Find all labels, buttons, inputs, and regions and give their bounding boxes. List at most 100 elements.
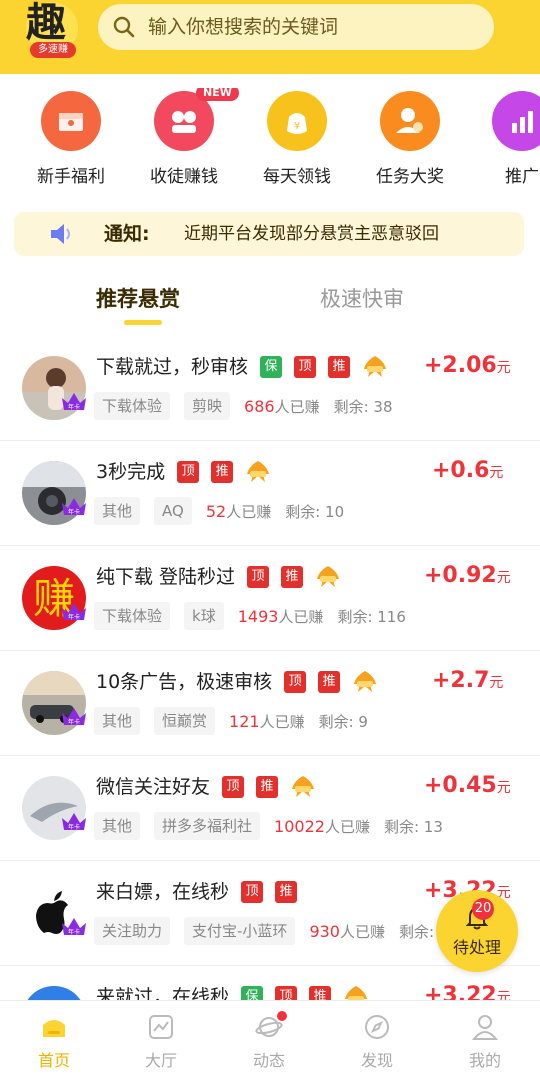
reward-person-icon: [380, 91, 440, 151]
recommend-tag: 推: [256, 776, 279, 798]
remaining-value: 10: [325, 502, 345, 521]
task-meta: 其他 拼多多福利社 10022人已赚 剩余: 13: [94, 812, 443, 840]
task-title: 微信关注好友顶推: [96, 772, 316, 802]
crown-badge-icon: 年卡: [60, 915, 88, 939]
task-row[interactable]: 年卡 3秒完成顶推 +0.6元 其他 AQ 52人已赚 剩余: 10: [0, 441, 540, 546]
money-bag-icon: ¥: [267, 91, 327, 151]
nav-item-profile[interactable]: 我的: [435, 1013, 535, 1071]
hot-badge-icon: [290, 775, 316, 799]
top-tag: 顶: [241, 881, 264, 903]
earned-count: 1493人已赚: [238, 606, 324, 627]
recommend-tag: 推: [318, 671, 341, 693]
remaining-prefix: 剩余:: [399, 922, 435, 941]
crown-badge-icon: 年卡: [60, 390, 88, 414]
quick-item-daily[interactable]: ¥ 每天领钱: [247, 88, 347, 187]
category-chip: 下载体验: [94, 392, 171, 420]
tab-recommended[interactable]: 推荐悬赏: [96, 284, 180, 314]
category-chip: 其他: [94, 812, 141, 840]
quick-label: 任务大奖: [376, 167, 444, 187]
quick-label: 推广: [505, 167, 539, 187]
logo-char: 趣: [26, 0, 66, 46]
task-meta: 关注助力 支付宝-小蓝环 930人已赚 剩余:: [94, 917, 434, 945]
nav-item-hall[interactable]: 大厅: [111, 1013, 211, 1071]
task-meta: 下载体验 k球 1493人已赚 剩余: 116: [94, 602, 406, 630]
app-chip: AQ: [154, 497, 192, 525]
task-row[interactable]: 年卡 10条广告，极速审核顶推 +2.7元 其他 恒巅赏 121人已赚 剩余: 9: [0, 651, 540, 756]
pending-button[interactable]: 20 待处理: [436, 890, 518, 972]
hot-badge-icon: [362, 355, 388, 379]
recommend-tag: 推: [275, 881, 298, 903]
earned-count: 930人已赚: [309, 921, 385, 942]
recommend-tag: 推: [281, 566, 304, 588]
svg-text:年卡: 年卡: [68, 718, 80, 726]
notice-title: 通知:: [104, 223, 150, 245]
tab-fast-review[interactable]: 极速快审: [320, 284, 404, 314]
remaining-value: 9: [358, 712, 368, 731]
app-chip: k球: [184, 602, 224, 630]
earned-count: 52人已赚: [206, 501, 271, 522]
top-tag: 顶: [177, 461, 200, 483]
top-tag: 顶: [247, 566, 270, 588]
remaining-count: 剩余: 9: [319, 711, 368, 732]
earned-number: 686: [244, 396, 275, 416]
crown-badge-icon: 年卡: [60, 705, 88, 729]
category-chip: 下载体验: [94, 602, 171, 630]
task-title: 3秒完成顶推: [96, 457, 271, 487]
top-header: 趣 多速赚 输入你想搜索的关键词: [0, 0, 540, 74]
remaining-value: 13: [423, 817, 443, 836]
task-row[interactable]: 年卡 微信关注好友顶推 +0.45元 其他 拼多多福利社 10022人已赚 剩余: 13: [0, 756, 540, 861]
top-tag: 顶: [275, 986, 298, 1000]
reward-value: +2.06: [424, 353, 497, 378]
remaining-prefix: 剩余:: [285, 502, 326, 521]
reward-unit: 元: [496, 990, 511, 1000]
earned-suffix: 人已赚: [274, 397, 320, 416]
earned-suffix: 人已赚: [324, 817, 370, 836]
quick-item-reward[interactable]: 任务大奖: [360, 88, 460, 187]
task-row[interactable]: 年卡 下载就过，秒审核保顶推 +2.06元 下载体验 剪映 686人已赚 剩余: 38: [0, 336, 540, 441]
reward-unit: 元: [496, 570, 511, 586]
earned-suffix: 人已赚: [259, 712, 305, 731]
nav-item-discover[interactable]: 发现: [327, 1013, 427, 1071]
task-title-text: 3秒完成: [96, 461, 166, 483]
remaining-prefix: 剩余:: [318, 712, 359, 731]
quick-item-recruit[interactable]: NEW 收徒赚钱: [134, 88, 239, 187]
logo-sub: 多速赚: [30, 42, 76, 58]
app-chip: 支付宝-小蓝环: [184, 917, 296, 945]
quick-item-newbie[interactable]: 新手福利: [21, 88, 121, 187]
remaining-count: 剩余: 10: [285, 501, 344, 522]
earned-number: 10022: [274, 816, 325, 836]
notification-dot: [277, 1011, 287, 1021]
new-badge: NEW: [196, 88, 239, 101]
search-bar[interactable]: 输入你想搜索的关键词: [98, 4, 494, 50]
task-meta: 其他 恒巅赏 121人已赚 剩余: 9: [94, 707, 368, 735]
quick-label: 新手福利: [37, 167, 105, 187]
task-title-text: 来就过，在线秒: [96, 986, 230, 1000]
remaining-prefix: 剩余:: [383, 817, 424, 836]
nav-label: 首页: [37, 1051, 70, 1070]
bottom-nav: 首页 大厅 动态 发现 我的: [0, 1000, 540, 1074]
earned-count: 121人已赚: [229, 711, 305, 732]
reward-unit: 元: [496, 360, 511, 376]
nav-label: 我的: [468, 1051, 501, 1070]
task-row[interactable]: 赚年卡 纯下载 登陆秒过顶推 +0.92元 下载体验 k球 1493人已赚 剩余: 116: [0, 546, 540, 651]
earned-number: 121: [229, 711, 260, 731]
reward-unit: 元: [489, 465, 504, 481]
compass-icon: [363, 1013, 391, 1041]
task-row[interactable]: 来就过，在线秒保顶推 +3.22元: [0, 966, 540, 1000]
quick-label: 收徒赚钱: [150, 167, 218, 187]
nav-item-home[interactable]: 首页: [4, 1013, 104, 1071]
earned-number: 930: [309, 921, 340, 941]
top-tag: 顶: [284, 671, 307, 693]
quick-item-promote[interactable]: 推广: [472, 88, 540, 187]
app-logo[interactable]: 趣 多速赚: [22, 0, 82, 60]
notice-bar[interactable]: 通知: 近期平台发现部分悬赏主恶意驳回: [14, 212, 524, 256]
reward-value: +0.92: [424, 563, 497, 588]
top-tag: 顶: [222, 776, 245, 798]
category-chip: 关注助力: [94, 917, 171, 945]
task-reward: +0.92元: [424, 560, 511, 594]
crown-badge-icon: 年卡: [60, 600, 88, 624]
nav-item-moments[interactable]: 动态: [219, 1011, 319, 1071]
pending-label: 待处理: [452, 938, 501, 957]
search-placeholder: 输入你想搜索的关键词: [148, 16, 339, 38]
crown-badge-icon: 年卡: [60, 810, 88, 834]
